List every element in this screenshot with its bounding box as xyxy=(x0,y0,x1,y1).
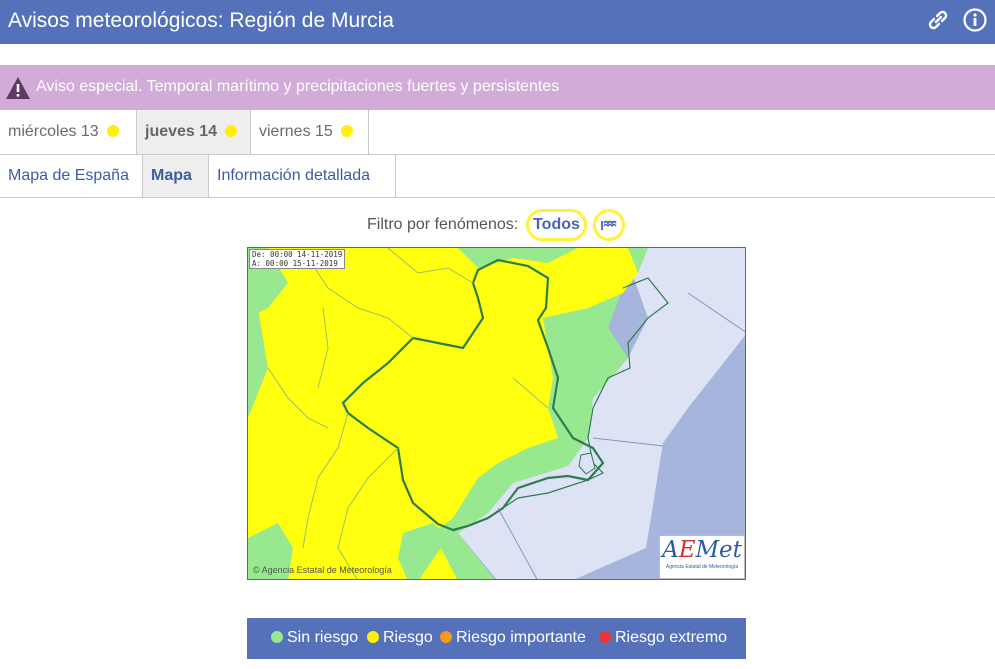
legend-item-risk: Riesgo xyxy=(367,628,433,648)
valid-to: A: 00:00 15-11-2019 xyxy=(252,259,338,268)
tab-spain-map[interactable]: Mapa de España xyxy=(0,155,143,197)
aemet-logo-word: AEMet xyxy=(662,537,742,563)
tab-day-label: jueves 14 xyxy=(145,123,218,140)
aemet-logo-subtitle: Agencia Estatal de Meteorología xyxy=(665,564,739,570)
legend-item-extreme-risk: Riesgo extremo xyxy=(599,628,727,648)
risk-legend: Sin riesgo Riesgo Riesgo importante Ries… xyxy=(247,618,746,659)
view-tabs: Mapa de España Mapa Información detallad… xyxy=(0,155,995,198)
region-map-graphic xyxy=(248,248,745,579)
tab-day-label: miércoles 13 xyxy=(8,123,99,140)
special-alert-banner[interactable]: Aviso especial. Temporal marítimo y prec… xyxy=(0,65,995,110)
copyright-icon: © xyxy=(253,565,260,575)
risk-dot xyxy=(340,124,353,137)
tab-day-thursday[interactable]: jueves 14 xyxy=(137,110,251,154)
legend-item-important-risk: Riesgo importante xyxy=(440,628,586,648)
filter-coastal-button[interactable] xyxy=(593,209,625,241)
legend-dot xyxy=(599,630,611,643)
filter-all-button[interactable]: Todos xyxy=(526,209,587,241)
tab-day-friday[interactable]: viernes 15 xyxy=(251,110,369,154)
aemet-logo: AEMet Agencia Estatal de Meteorología xyxy=(659,535,745,579)
alert-text: Aviso especial. Temporal marítimo y prec… xyxy=(36,78,560,95)
risk-dot xyxy=(225,124,238,137)
link-icon[interactable] xyxy=(925,7,951,33)
coastal-wave-icon xyxy=(601,220,617,230)
filter-label: Filtro por fenómenos: xyxy=(367,216,519,233)
tab-day-wednesday[interactable]: miércoles 13 xyxy=(0,110,137,154)
tab-map[interactable]: Mapa xyxy=(143,155,209,197)
legend-dot xyxy=(440,630,452,643)
legend-dot xyxy=(271,630,283,643)
app-header: Avisos meteorológicos: Región de Murcia xyxy=(0,0,995,44)
risk-dot xyxy=(106,124,119,137)
tab-detailed-info[interactable]: Información detallada xyxy=(209,155,396,197)
warnings-map[interactable]: De: 00:00 14-11-2019 A: 00:00 15-11-2019… xyxy=(247,247,746,580)
info-icon[interactable] xyxy=(962,7,988,33)
tab-day-label: viernes 15 xyxy=(259,123,333,140)
page-title: Avisos meteorológicos: Región de Murcia xyxy=(8,9,394,32)
agency-credit: © Agencia Estatal de Meteorología xyxy=(253,565,392,575)
valid-from: De: 00:00 14-11-2019 xyxy=(252,250,343,259)
legend-item-no-risk: Sin riesgo xyxy=(271,628,358,648)
warning-icon xyxy=(6,77,30,99)
validity-period: De: 00:00 14-11-2019 A: 00:00 15-11-2019 xyxy=(249,249,346,269)
agency-credit-text: Agencia Estatal de Meteorología xyxy=(261,565,392,575)
day-tabs: miércoles 13 jueves 14 viernes 15 xyxy=(0,110,995,155)
legend-dot xyxy=(367,630,379,643)
